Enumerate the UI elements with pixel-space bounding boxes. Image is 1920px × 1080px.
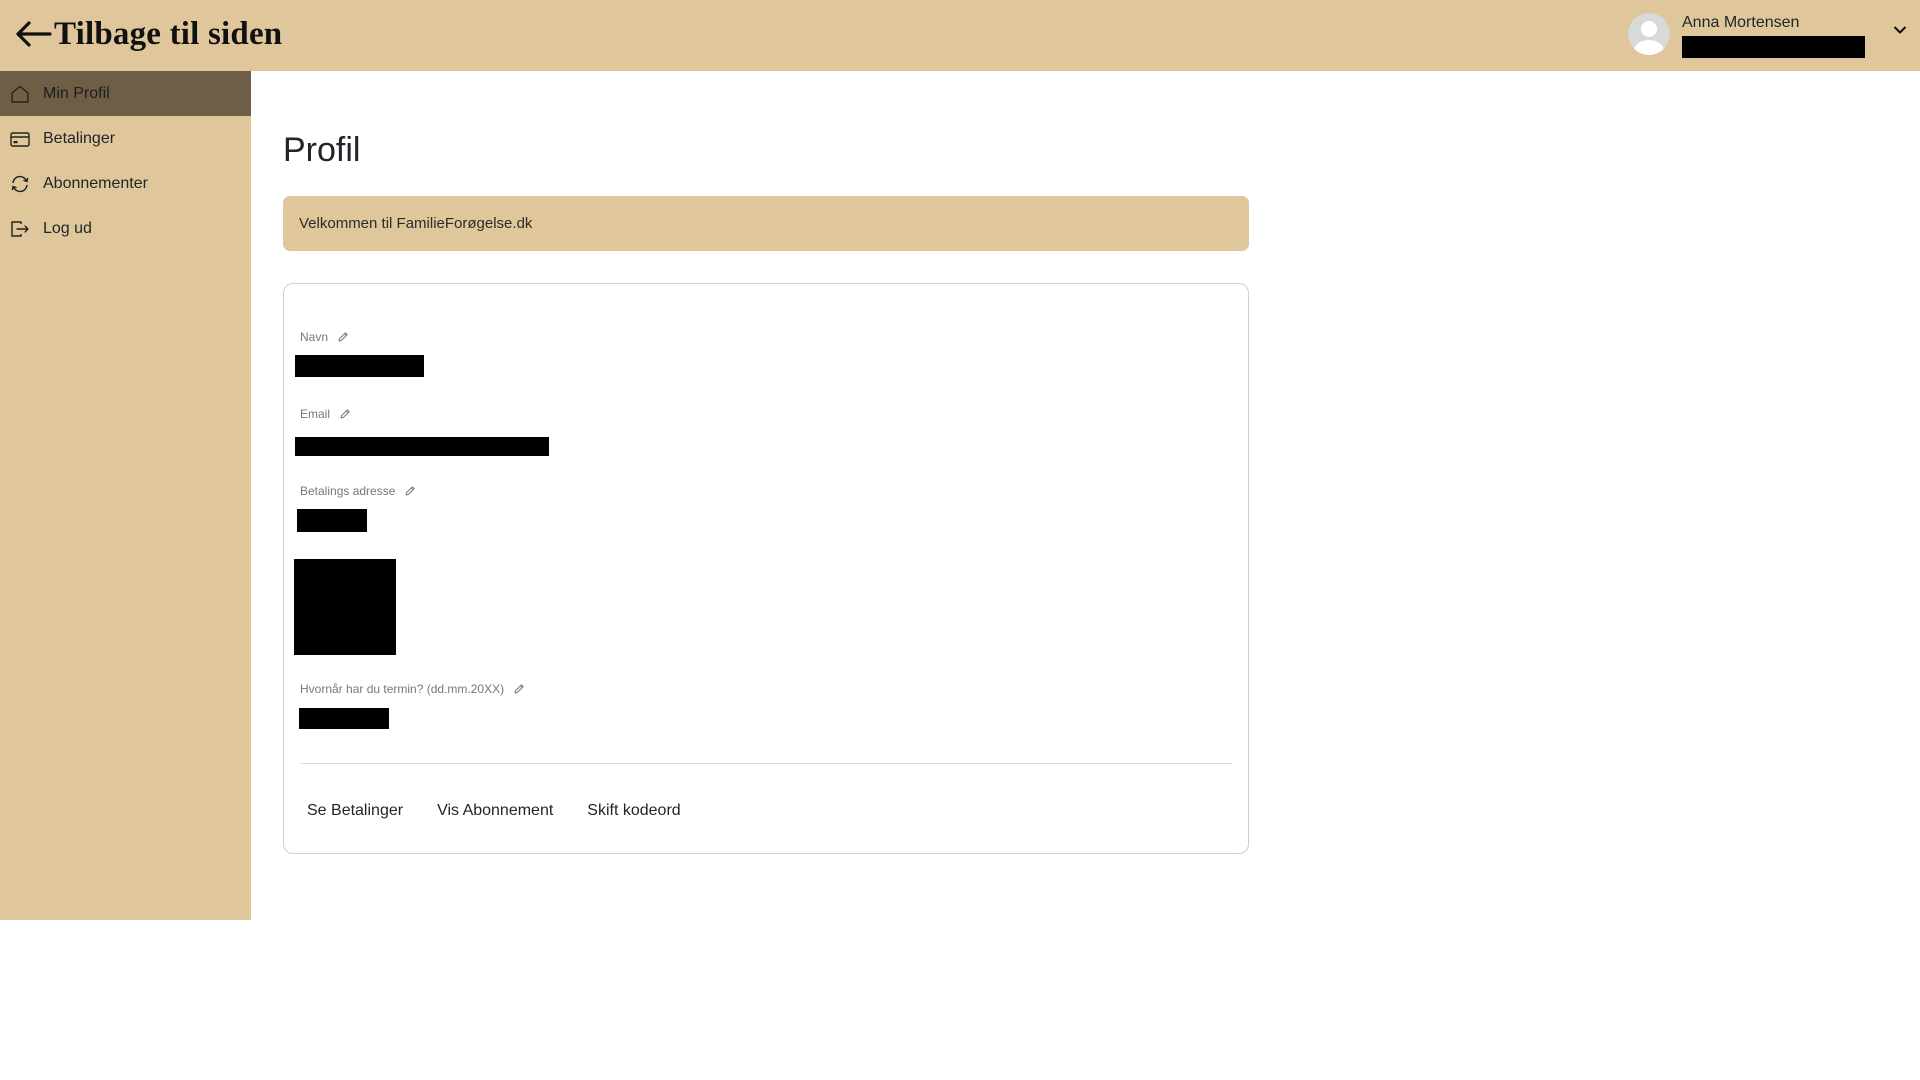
redacted-address-line	[297, 509, 367, 532]
arrow-left-icon	[16, 21, 52, 47]
welcome-banner: Velkommen til FamilieForøgelse.dk	[283, 196, 1249, 251]
redacted-address-block	[294, 559, 396, 655]
user-menu[interactable]: Anna Mortensen	[1628, 12, 1908, 60]
sidebar-item-log-ud[interactable]: Log ud	[0, 206, 251, 251]
field-label-termin: Hvornår har du termin? (dd.mm.20XX)	[300, 681, 525, 697]
avatar	[1628, 13, 1670, 55]
field-label-email: Email	[300, 406, 351, 422]
sidebar-item-label: Betalinger	[43, 129, 116, 147]
pencil-icon[interactable]	[337, 331, 349, 343]
pencil-icon[interactable]	[513, 683, 525, 695]
skift-kodeord-button[interactable]: Skift kodeord	[577, 799, 690, 823]
home-icon	[11, 85, 29, 103]
sidebar-item-label: Abonnementer	[43, 174, 148, 192]
sidebar-item-label: Min Profil	[43, 84, 110, 102]
redacted-termin-value	[299, 708, 389, 729]
sidebar: Min Profil Betalinger Abonnementer Log u…	[0, 71, 251, 920]
field-label-betalings-adresse: Betalings adresse	[300, 483, 416, 499]
se-betalinger-button[interactable]: Se Betalinger	[297, 799, 413, 823]
welcome-text: Velkommen til FamilieForøgelse.dk	[299, 215, 533, 232]
top-bar: Tilbage til siden Anna Mortensen	[0, 0, 1920, 71]
page-title: Profil	[283, 131, 361, 169]
sidebar-item-abonnementer[interactable]: Abonnementer	[0, 161, 251, 206]
field-label-text: Hvornår har du termin? (dd.mm.20XX)	[300, 682, 505, 696]
vis-abonnement-button[interactable]: Vis Abonnement	[427, 799, 563, 823]
sidebar-item-label: Log ud	[43, 219, 92, 237]
card-actions: Se Betalinger Vis Abonnement Skift kodeo…	[297, 799, 705, 823]
divider	[300, 763, 1232, 764]
pencil-icon[interactable]	[339, 408, 351, 420]
field-label-navn: Navn	[300, 329, 349, 345]
redacted-email-value	[295, 437, 549, 456]
back-to-site-link[interactable]: Tilbage til siden	[14, 12, 282, 56]
logout-icon	[11, 220, 29, 237]
redacted-user-detail	[1682, 36, 1865, 58]
user-name: Anna Mortensen	[1682, 14, 1800, 31]
profile-card: Navn Email Betalings adresse Hvornår har…	[283, 283, 1249, 854]
refresh-icon	[11, 175, 29, 192]
sidebar-item-min-profil[interactable]: Min Profil	[0, 71, 251, 116]
redacted-name-value	[295, 355, 424, 377]
chevron-down-icon[interactable]	[1892, 22, 1908, 38]
credit-card-icon	[10, 131, 30, 147]
field-label-text: Betalings adresse	[300, 484, 396, 498]
field-label-text: Navn	[300, 330, 329, 344]
back-to-site-label: Tilbage til siden	[54, 15, 283, 52]
field-label-text: Email	[300, 407, 331, 421]
pencil-icon[interactable]	[404, 485, 416, 497]
sidebar-item-betalinger[interactable]: Betalinger	[0, 116, 251, 161]
